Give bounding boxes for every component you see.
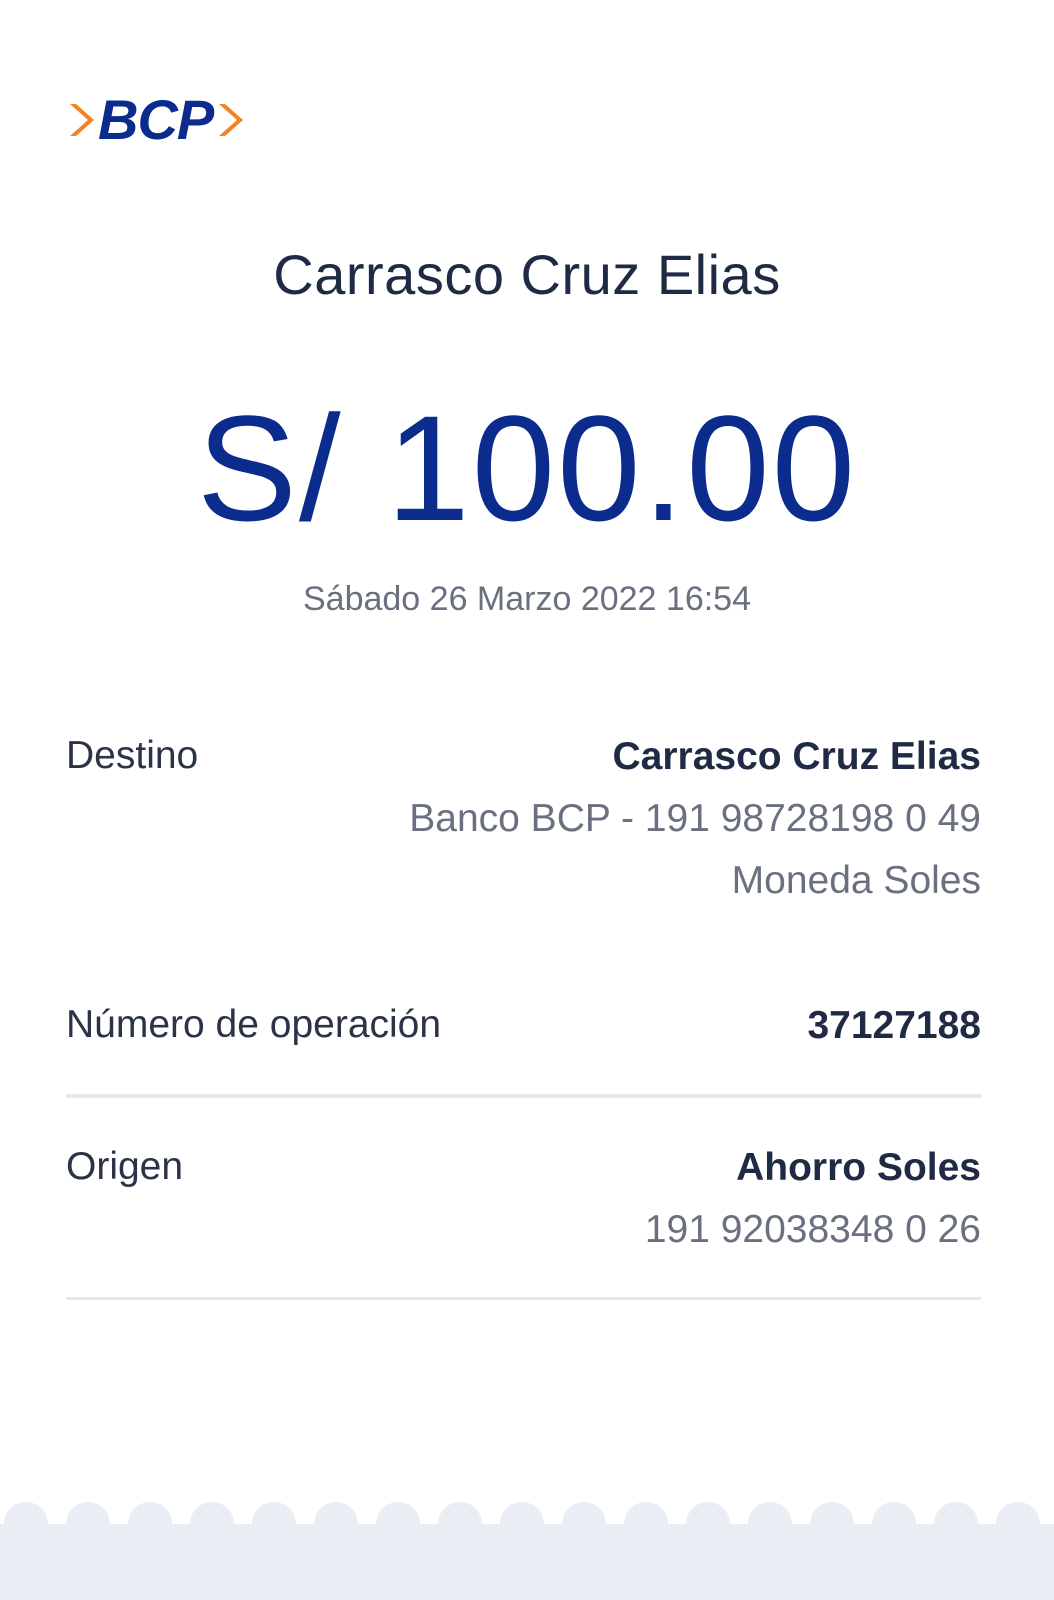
origen-label: Origen [66, 1145, 184, 1188]
divider [66, 1297, 981, 1300]
operacion-row: Número de operación 37127188 [66, 995, 981, 1057]
recipient-name: Carrasco Cruz Elias [273, 243, 781, 306]
origen-row: Origen Ahorro Soles 191 92038348 0 26 [66, 1137, 981, 1267]
origen-account-type: Ahorro Soles [736, 1146, 981, 1189]
logo-left-chevron-icon [70, 104, 94, 136]
bcp-logo: BCP [66, 92, 245, 148]
logo-text: BCP [98, 88, 214, 151]
operacion-values: 37127188 [807, 995, 981, 1057]
operacion-number: 37127188 [807, 1004, 981, 1047]
destino-row: Destino Carrasco Cruz Elias Banco BCP - … [66, 726, 981, 916]
destino-currency: Moneda Soles [731, 859, 981, 902]
receipt-scalloped-edge [0, 1502, 1054, 1600]
transfer-datetime: Sábado 26 Marzo 2022 16:54 [302, 580, 751, 618]
origen-values: Ahorro Soles 191 92038348 0 26 [645, 1137, 981, 1261]
destino-account: Banco BCP - 191 98728198 0 49 [409, 797, 981, 840]
destino-label: Destino [66, 734, 199, 777]
transfer-amount: S/ 100.00 [196, 384, 858, 552]
receipt-screen: BCP Carrasco Cruz Elias S/ 100.00 Sábado… [0, 0, 1054, 1600]
origen-account-number: 191 92038348 0 26 [644, 1208, 981, 1251]
logo-right-chevron-icon [219, 104, 244, 136]
destino-values: Carrasco Cruz Elias Banco BCP - 191 9872… [409, 726, 981, 912]
destino-name: Carrasco Cruz Elias [612, 735, 981, 778]
operacion-label: Número de operación [66, 1003, 442, 1046]
divider [66, 1094, 981, 1098]
